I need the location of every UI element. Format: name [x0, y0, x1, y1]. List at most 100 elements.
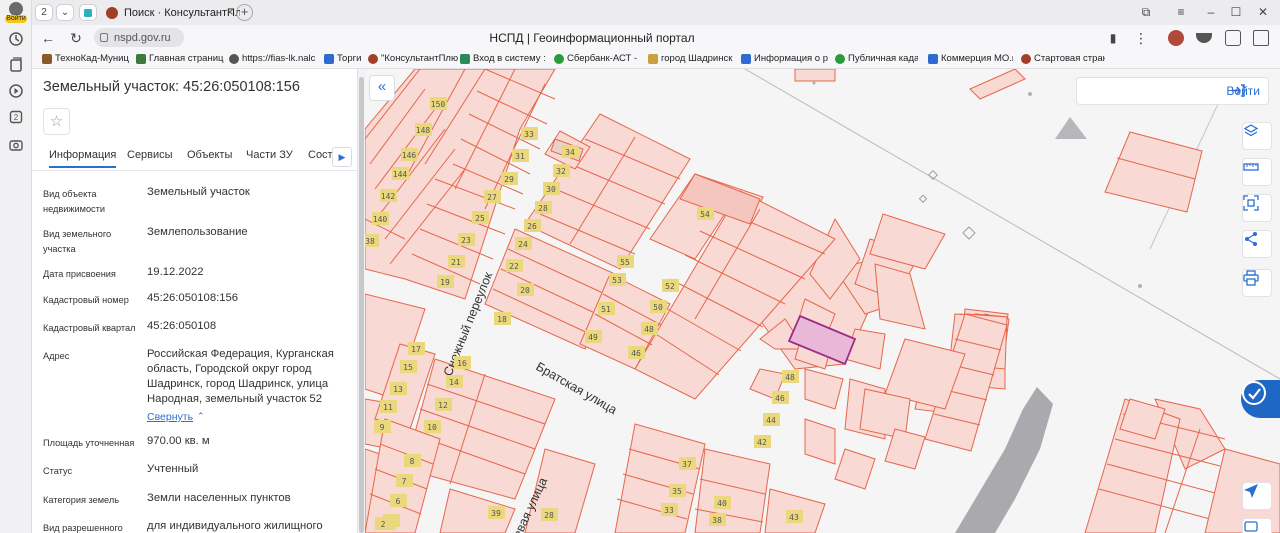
panel-tabs: Информация Сервисы Объекты Части ЗУ Сост… [32, 145, 358, 171]
bookmark-flag-icon[interactable]: ▮ [1105, 30, 1121, 46]
bookmark-item[interactable]: Сбербанк-АСТ - [554, 53, 642, 64]
chat-icon[interactable] [1242, 518, 1272, 533]
bookmark-item[interactable]: Главная страниц [136, 53, 228, 64]
lot-number-label: 28 [538, 204, 548, 213]
lot-number-label: 35 [672, 487, 682, 496]
history-icon[interactable] [7, 30, 25, 48]
tab-information[interactable]: Информация [49, 149, 117, 168]
lot-number-label: 49 [588, 333, 598, 342]
new-tab-plus-icon[interactable]: + [236, 4, 253, 21]
close-window-icon[interactable]: ✕ [1254, 4, 1272, 20]
lot-number-label: 38 [365, 237, 375, 246]
share-icon[interactable] [1242, 230, 1272, 258]
bookmark-favicon-icon [835, 53, 845, 64]
lot-number-label: 51 [601, 305, 611, 314]
print-icon[interactable] [1242, 269, 1272, 297]
extension-sidebar-icon[interactable] [1225, 30, 1241, 46]
minimize-icon[interactable]: – [1202, 4, 1220, 20]
tab-counter-button[interactable]: 2 [35, 4, 53, 21]
tabs-scroll-right-icon[interactable]: ▶ [332, 147, 352, 167]
bookmark-item[interactable]: Информация о р [741, 53, 830, 64]
lot-number-label: 18 [497, 315, 507, 324]
panel-scrollbar[interactable] [357, 69, 365, 533]
tab-services[interactable]: Сервисы [127, 149, 173, 161]
bookmark-item[interactable]: "КонсультантПлю [368, 53, 460, 64]
bookmark-favicon-icon [648, 53, 658, 64]
profile-avatar[interactable]: Войти [5, 2, 27, 24]
bookmark-item[interactable]: город Шадринск [648, 53, 734, 64]
bookmark-favicon-icon [324, 53, 334, 64]
extension-shield-icon[interactable] [1196, 33, 1212, 43]
lot-number-label: 16 [457, 359, 467, 368]
map-view[interactable]: Снежный переулок Братская улица евая ули… [365, 69, 1280, 533]
collapse-panel-icon[interactable]: « [369, 75, 395, 101]
lot-number-label: 38 [712, 516, 722, 525]
current-tab-icon[interactable] [79, 4, 97, 21]
tab-bar: 2 ⌄ Поиск · КонсультантПлю × + ⧉ ≡ – ☐ ✕ [32, 0, 1280, 25]
consultant-widget-icon[interactable] [1241, 380, 1280, 418]
lot-number-label: 2 [381, 520, 386, 529]
lot-number-label: 150 [431, 100, 446, 109]
tab-objects[interactable]: Объекты [187, 149, 232, 161]
login-arrow-icon [1232, 84, 1246, 97]
reload-icon[interactable]: ↻ [68, 30, 84, 46]
lot-number-label: 20 [520, 286, 530, 295]
lot-number-label: 14 [449, 378, 459, 387]
lot-number-label: 13 [393, 385, 403, 394]
lot-number-label: 148 [416, 126, 431, 135]
favorite-star-icon[interactable]: ☆ [43, 108, 70, 135]
layers-icon[interactable] [1242, 122, 1272, 150]
bookmark-item[interactable]: Вход в систему : [460, 53, 545, 64]
maximize-icon[interactable]: ☐ [1227, 4, 1245, 20]
chevron-up-icon[interactable]: ⌃ [197, 411, 205, 422]
more-options-icon[interactable]: ⋮ [1133, 30, 1149, 46]
tab-list-chevron-icon[interactable]: ⌄ [56, 4, 74, 21]
bookmark-favicon-icon [554, 53, 564, 64]
bookmark-favicon-icon [42, 53, 52, 64]
bookmark-window-icon[interactable]: ⧉ [1137, 4, 1155, 20]
ruler-icon[interactable] [1242, 158, 1272, 186]
lot-number-label: 25 [475, 214, 485, 223]
play-icon[interactable] [7, 82, 25, 100]
collapse-link[interactable]: Свернуть [147, 411, 193, 423]
lot-number-label: 48 [644, 325, 654, 334]
bookmark-item[interactable]: Коммерция МО.к [928, 53, 1013, 64]
lock-icon [100, 33, 108, 42]
lot-number-label: 24 [518, 240, 528, 249]
bookmark-item[interactable]: ТехноКад-Муниц [42, 53, 135, 64]
close-tab-icon[interactable]: × [224, 6, 236, 18]
lot-number-label: 11 [383, 403, 393, 412]
lot-number-label: 23 [461, 236, 471, 245]
login-button[interactable]: Войти [1226, 84, 1260, 98]
bookmark-item[interactable]: Стартовая стран [1021, 53, 1105, 64]
lot-number-label: 19 [440, 278, 450, 287]
back-arrow-icon[interactable]: ← [40, 30, 56, 46]
lot-number-label: 54 [700, 210, 710, 219]
camera-icon[interactable] [7, 136, 25, 154]
select-area-icon[interactable] [1242, 194, 1272, 222]
tab-composition[interactable]: Соста [308, 149, 334, 161]
tab-parts[interactable]: Части ЗУ [246, 149, 293, 161]
tab-count-icon[interactable]: 2 [7, 108, 25, 126]
bookmark-favicon-icon [229, 53, 239, 64]
cadastral-map[interactable]: Снежный переулок Братская улица евая ули… [365, 69, 1280, 533]
bookmark-item[interactable]: Публичная кадас [835, 53, 918, 64]
download-icon[interactable] [1253, 30, 1269, 46]
lot-number-label: 46 [775, 394, 785, 403]
lot-number-label: 28 [544, 511, 554, 520]
lot-number-label: 6 [396, 497, 401, 506]
url-field[interactable]: nspd.gov.ru [94, 28, 184, 47]
extension-consultant-icon[interactable] [1168, 30, 1184, 46]
lot-number-label: 55 [620, 258, 630, 267]
active-tab[interactable]: Поиск · КонсультантПлю [100, 2, 240, 23]
bookmark-item[interactable]: Торги [324, 53, 362, 64]
scrollbar-thumb[interactable] [359, 77, 364, 533]
collections-icon[interactable] [7, 56, 25, 74]
lot-number-label: 12 [438, 401, 448, 410]
lot-number-label: 44 [766, 416, 776, 425]
lot-number-label: 142 [381, 192, 396, 201]
lot-number-label: 43 [789, 513, 799, 522]
locate-me-icon[interactable] [1242, 482, 1272, 510]
menu-icon[interactable]: ≡ [1172, 4, 1190, 20]
lot-number-label: 21 [451, 258, 461, 267]
